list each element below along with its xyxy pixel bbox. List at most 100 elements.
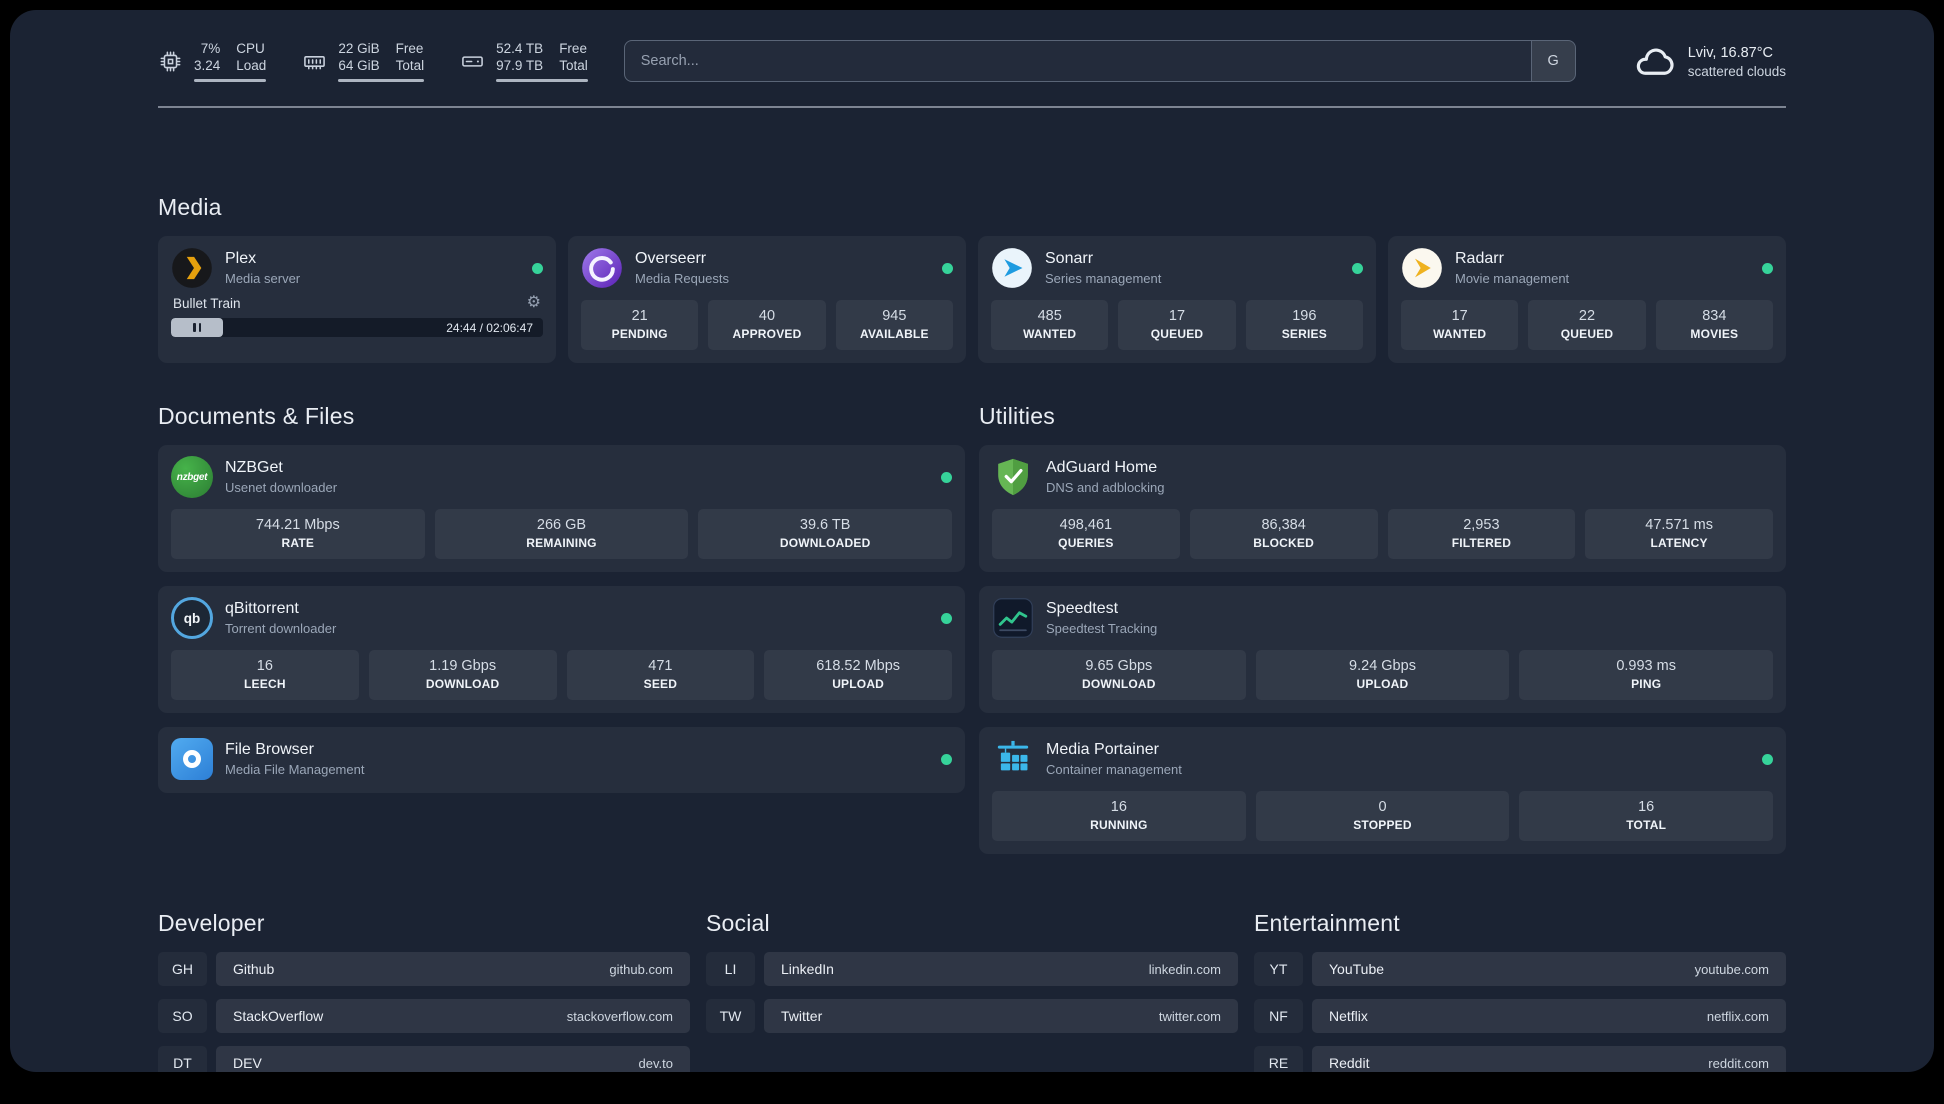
service-description: Movie management (1455, 271, 1570, 286)
service-description: Media server (225, 271, 301, 286)
stat-movies: 834 MOVIES (1655, 300, 1773, 350)
bookmark-twitter[interactable]: TW Twitter twitter.com (706, 999, 1238, 1033)
service-description: Series management (1045, 271, 1162, 286)
search-bar[interactable]: G (623, 40, 1576, 82)
bookmark-name: Twitter (781, 1008, 823, 1024)
service-card-plex[interactable]: Plex Media server Bullet Train ⚙ 24:44 /… (158, 236, 556, 363)
disk-total-label: Total (559, 58, 588, 73)
bookmark-url: twitter.com (1158, 1008, 1221, 1024)
service-card-sonarr[interactable]: Sonarr Series management 485 WANTED 17 QUE… (978, 236, 1376, 363)
status-dot (941, 471, 952, 483)
memory-total-label: Total (395, 58, 425, 73)
service-description: Usenet downloader (225, 480, 338, 495)
section-title-utilities: Utilities (979, 403, 1055, 429)
service-description: Speedtest Tracking (1046, 621, 1158, 636)
bookmark-abbr: SO (158, 999, 207, 1033)
memory-total-value: 64 GiB (338, 58, 380, 73)
top-bar: 7% 3.24 CPU Load 22 GiB 64 GiB Free Tota… (158, 40, 1786, 82)
stat-pending: 21 PENDING (581, 300, 699, 350)
filebrowser-icon (171, 738, 213, 780)
bookmark-group-developer: Developer GH Github github.com SO StackO… (158, 910, 690, 1072)
bookmark-dev[interactable]: DT DEV dev.to (158, 1046, 690, 1072)
service-card-portainer[interactable]: Media Portainer Container management 16 R… (979, 727, 1786, 854)
bookmark-abbr: TW (706, 999, 755, 1033)
service-name: Overseerr (635, 250, 707, 267)
service-card-overseerr[interactable]: Overseerr Media Requests 21 PENDING 40 APP… (568, 236, 966, 363)
cpu-usage-label: CPU (236, 41, 265, 56)
status-dot (942, 262, 953, 274)
service-card-radarr[interactable]: Radarr Movie management 17 WANTED 22 QUEUE… (1388, 236, 1786, 363)
weather-summary: Lviv, 16.87°C (1687, 44, 1774, 61)
bookmark-linkedin[interactable]: LI LinkedIn linkedin.com (706, 952, 1238, 986)
stat-blocked: 86,384 BLOCKED (1189, 509, 1378, 559)
stat-upload: 9.24 Gbps UPLOAD (1255, 650, 1510, 700)
disk-free-value: 52.4 TB (496, 41, 544, 56)
playback-time: 24:44 / 02:06:47 (446, 320, 533, 335)
bookmark-url: stackoverflow.com (566, 1008, 673, 1024)
gear-icon[interactable]: ⚙ (527, 295, 541, 311)
section-title-social: Social (706, 910, 770, 936)
service-description: Torrent downloader (225, 621, 337, 636)
bookmark-abbr: GH (158, 952, 207, 986)
stat-rate: 744.21 Mbps RATE (171, 509, 425, 559)
stat-queries: 498,461 QUERIES (992, 509, 1180, 559)
cpu-usage-bar (194, 79, 267, 82)
utilities-column: Utilities AdGuard Home DNS and adblockin… (979, 403, 1786, 854)
memory-free-label: Free (395, 41, 424, 56)
bookmark-netflix[interactable]: NF Netflix netflix.com (1254, 999, 1786, 1033)
bookmark-reddit[interactable]: RE Reddit reddit.com (1254, 1046, 1786, 1072)
service-card-adguard[interactable]: AdGuard Home DNS and adblocking 498,461 Q… (979, 445, 1786, 572)
stat-download: 1.19 Gbps DOWNLOAD (368, 650, 557, 700)
resource-cpu: 7% 3.24 CPU Load (158, 40, 267, 82)
playback-progress-bar[interactable]: 24:44 / 02:06:47 (171, 318, 543, 337)
disk-usage-bar (496, 79, 588, 82)
bookmark-youtube[interactable]: YT YouTube youtube.com (1254, 952, 1786, 986)
nzbget-icon: nzbget (171, 456, 213, 498)
stat-upload: 618.52 Mbps UPLOAD (764, 650, 952, 700)
stat-filtered: 2,953 FILTERED (1387, 509, 1576, 559)
status-dot (532, 262, 543, 274)
bookmark-url: youtube.com (1694, 961, 1769, 977)
disk-total-value: 97.9 TB (496, 58, 544, 73)
bookmark-abbr: DT (158, 1046, 207, 1072)
service-name: File Browser (225, 741, 314, 758)
bookmark-url: reddit.com (1708, 1055, 1769, 1071)
memory-usage-bar (338, 79, 425, 82)
bookmark-group-social: Social LI LinkedIn linkedin.com TW Twitt… (706, 910, 1238, 1033)
playback-progress-fill (171, 318, 224, 337)
resource-widgets: 7% 3.24 CPU Load 22 GiB 64 GiB Free Tota… (158, 40, 588, 82)
bookmark-abbr: RE (1254, 1046, 1303, 1072)
section-title-documents: Documents & Files (158, 403, 355, 429)
stat-download: 9.65 Gbps DOWNLOAD (992, 650, 1246, 700)
bookmark-github[interactable]: GH Github github.com (158, 952, 690, 986)
disk-free-label: Free (559, 41, 587, 56)
cpu-icon (158, 49, 183, 74)
overseerr-icon (581, 247, 623, 289)
dashboard-panel: 7% 3.24 CPU Load 22 GiB 64 GiB Free Tota… (10, 10, 1934, 1072)
disk-icon (460, 49, 485, 74)
adguard-shield-icon (992, 456, 1034, 498)
cpu-load-value: 3.24 (194, 58, 221, 73)
bookmark-stackoverflow[interactable]: SO StackOverflow stackoverflow.com (158, 999, 690, 1033)
resource-memory: 22 GiB 64 GiB Free Total (302, 40, 425, 82)
bookmark-url: linkedin.com (1148, 961, 1221, 977)
stat-available: 945 AVAILABLE (835, 300, 953, 350)
header-divider (158, 106, 1786, 108)
service-card-qbittorrent[interactable]: qb qBittorrent Torrent downloader 16 LEEC… (158, 586, 965, 713)
status-dot (1762, 262, 1773, 274)
service-card-speedtest[interactable]: Speedtest Speedtest Tracking 9.65 Gbps DO… (979, 586, 1786, 713)
sonarr-icon (991, 247, 1033, 289)
weather-widget: Lviv, 16.87°C scattered clouds (1634, 40, 1786, 82)
status-dot (1352, 262, 1363, 274)
service-name: Sonarr (1045, 250, 1094, 267)
service-card-nzbget[interactable]: nzbget NZBGet Usenet downloader 744.21 M… (158, 445, 965, 572)
service-name: AdGuard Home (1046, 459, 1158, 476)
service-card-filebrowser[interactable]: File Browser Media File Management (158, 727, 965, 793)
service-name: Radarr (1455, 250, 1504, 267)
search-provider-button[interactable]: G (1530, 41, 1575, 81)
pause-icon[interactable] (193, 323, 202, 332)
search-input[interactable] (624, 41, 1531, 81)
service-description: Media File Management (225, 762, 365, 777)
bookmark-name: DEV (233, 1055, 262, 1071)
stat-queued: 17 QUEUED (1118, 300, 1236, 350)
